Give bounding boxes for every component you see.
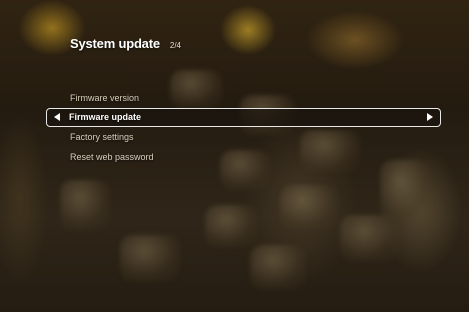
arrow-left-icon[interactable]: [54, 113, 60, 121]
tv-screen: System update 2/4 Firmware version Firmw…: [0, 0, 469, 312]
menu-item-firmware-version[interactable]: Firmware version: [0, 88, 469, 108]
menu-item-label: Firmware version: [70, 93, 140, 103]
menu-item-firmware-update[interactable]: Firmware update: [46, 108, 441, 127]
header: System update 2/4: [70, 36, 181, 51]
arrow-right-icon[interactable]: [427, 113, 433, 121]
menu-item-label: Factory settings: [70, 132, 134, 142]
settings-menu: Firmware version Firmware update Factory…: [0, 88, 469, 167]
page-title: System update: [70, 36, 160, 51]
page-indicator: 2/4: [169, 41, 181, 50]
menu-item-label: Reset web password: [70, 152, 154, 162]
menu-item-label: Firmware update: [69, 112, 142, 122]
menu-item-factory-settings[interactable]: Factory settings: [0, 127, 469, 147]
menu-item-reset-web-password[interactable]: Reset web password: [0, 147, 469, 167]
